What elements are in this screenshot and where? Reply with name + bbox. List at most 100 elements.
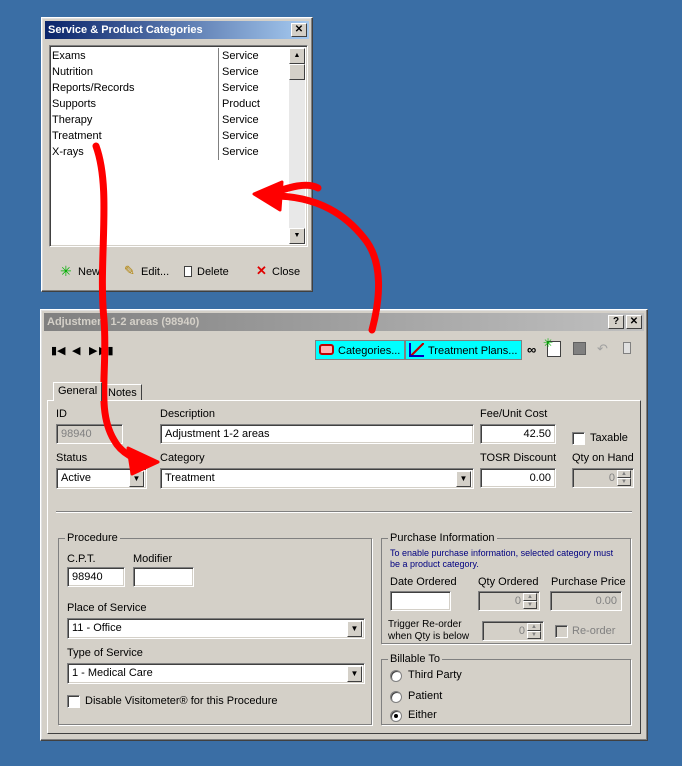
category-name: Exams xyxy=(52,50,86,62)
pencil-icon: ✎ xyxy=(124,263,135,278)
chevron-down-icon[interactable]: ▼ xyxy=(456,471,471,487)
last-record-button[interactable]: ▶▮ xyxy=(99,344,114,357)
binoculars-icon[interactable]: ∞ xyxy=(527,342,536,357)
list-item[interactable]: Treatment Service xyxy=(52,128,288,144)
cpt-label: C.P.T. xyxy=(67,553,96,565)
trigger-reorder-value: 0 xyxy=(518,625,525,637)
categories-toolbar-button[interactable]: Categories... xyxy=(315,340,406,360)
treatment-plans-toolbar-button[interactable]: Treatment Plans... xyxy=(405,340,523,360)
close-x-icon: ✕ xyxy=(256,263,267,278)
qty-ordered-field: 0 ▲ ▼ xyxy=(478,591,540,611)
undo-icon[interactable]: ↶ xyxy=(597,341,608,357)
modifier-label: Modifier xyxy=(133,553,173,565)
list-item[interactable]: Supports Product xyxy=(52,96,288,112)
type-of-service-value: 1 - Medical Care xyxy=(72,667,153,679)
list-item[interactable]: Exams Service xyxy=(52,48,288,64)
service-editor-title-bar[interactable]: Adjustment 1-2 areas (98940) ? ✕ xyxy=(44,313,644,331)
first-record-button[interactable]: ▮◀ xyxy=(51,344,66,357)
tosr-field[interactable]: 0.00 xyxy=(480,468,556,488)
general-tab-panel: ID 98940 Description Adjustment 1-2 area… xyxy=(47,400,641,734)
status-label: Status xyxy=(56,452,88,464)
category-dropdown[interactable]: Treatment ▼ xyxy=(160,468,474,489)
purchase-price-field: 0.00 xyxy=(550,591,622,611)
categories-icon xyxy=(319,344,334,355)
next-record-button[interactable]: ▶ xyxy=(89,344,97,357)
reorder-label: Re-order xyxy=(572,625,616,637)
list-scrollbar[interactable]: ▲ ▼ xyxy=(289,48,305,244)
tab-general-label: General xyxy=(58,385,98,397)
scroll-thumb[interactable] xyxy=(289,64,305,80)
trigger-reorder-field: 0 ▲ ▼ xyxy=(482,621,544,641)
chevron-down-icon[interactable]: ▼ xyxy=(129,471,144,487)
edit-button-label: Edit... xyxy=(141,266,170,278)
billable-to-group: Billable To Third Party Patient Either xyxy=(381,653,631,725)
new-button-label: New xyxy=(78,266,101,278)
save-icon[interactable] xyxy=(573,342,586,355)
cpt-field[interactable]: 98940 xyxy=(67,567,125,587)
description-value: Adjustment 1-2 areas xyxy=(165,428,270,440)
billable-group-title: Billable To xyxy=(388,653,442,665)
modifier-field[interactable] xyxy=(133,567,194,587)
category-value: Treatment xyxy=(165,472,215,484)
list-item[interactable]: Therapy Service xyxy=(52,112,288,128)
chevron-down-icon[interactable]: ▼ xyxy=(347,621,362,637)
id-value: 98940 xyxy=(61,428,92,440)
spin-up-icon: ▲ xyxy=(617,470,631,478)
place-of-service-dropdown[interactable]: 11 - Office ▼ xyxy=(67,618,365,639)
radio-patient[interactable] xyxy=(390,691,402,703)
fee-label: Fee/Unit Cost xyxy=(480,408,548,420)
taxable-checkbox[interactable] xyxy=(572,432,585,445)
trash-icon xyxy=(184,266,192,277)
cpt-value: 98940 xyxy=(72,571,103,583)
previous-record-button[interactable]: ◀ xyxy=(72,344,80,357)
type-of-service-dropdown[interactable]: 1 - Medical Care ▼ xyxy=(67,663,365,684)
close-button[interactable]: ✕ Close xyxy=(254,263,300,280)
third-party-label: Third Party xyxy=(408,669,462,681)
delete-record-icon[interactable] xyxy=(623,342,631,354)
purchase-price-value: 0.00 xyxy=(595,595,617,607)
list-item[interactable]: Reports/Records Service xyxy=(52,80,288,96)
service-editor-title: Adjustment 1-2 areas (98940) xyxy=(47,316,200,328)
spin-down-icon: ▼ xyxy=(617,478,631,486)
category-type: Product xyxy=(222,98,260,110)
delete-button[interactable]: Delete xyxy=(182,264,229,280)
chevron-down-icon[interactable]: ▼ xyxy=(347,666,362,682)
categories-window-title: Service & Product Categories xyxy=(48,24,203,36)
status-dropdown[interactable]: Active ▼ xyxy=(56,468,147,489)
help-button[interactable]: ? xyxy=(608,315,624,329)
categories-title-bar[interactable]: Service & Product Categories ✕ xyxy=(45,21,309,39)
patient-label: Patient xyxy=(408,690,443,702)
place-of-service-value: 11 - Office xyxy=(72,622,122,634)
trigger-reorder-label: Trigger Re-order xyxy=(388,619,462,630)
description-field[interactable]: Adjustment 1-2 areas xyxy=(160,424,474,444)
category-name: Nutrition xyxy=(52,66,93,78)
reorder-checkbox xyxy=(555,625,568,638)
tosr-value: 0.00 xyxy=(529,472,551,484)
list-item[interactable]: X-rays Service xyxy=(52,144,288,160)
tab-notes[interactable]: Notes xyxy=(103,384,142,400)
new-record-icon[interactable]: ✳ xyxy=(543,336,561,357)
fee-field[interactable]: 42.50 xyxy=(480,424,556,444)
scroll-down-button[interactable]: ▼ xyxy=(289,228,305,244)
new-button[interactable]: ✳ New xyxy=(58,263,101,280)
categories-close-button[interactable]: ✕ xyxy=(291,23,307,37)
spin-down-icon: ▼ xyxy=(523,601,537,609)
categories-list[interactable]: Exams Service Nutrition Service Reports/Reco… xyxy=(49,45,308,247)
status-value: Active xyxy=(61,472,91,484)
edit-button[interactable]: ✎ Edit... xyxy=(122,263,170,280)
description-label: Description xyxy=(160,408,216,420)
radio-either[interactable] xyxy=(390,710,402,722)
service-editor-close-button[interactable]: ✕ xyxy=(626,315,642,329)
qty-on-hand-field: 0 ▲ ▼ xyxy=(572,468,634,488)
category-type: Service xyxy=(222,146,259,158)
tab-general[interactable]: General xyxy=(53,382,103,401)
spin-down-icon: ▼ xyxy=(527,631,541,639)
scroll-up-button[interactable]: ▲ xyxy=(289,48,305,64)
disable-visitometer-checkbox[interactable] xyxy=(67,695,80,708)
procedure-group-title: Procedure xyxy=(65,532,120,544)
radio-third-party[interactable] xyxy=(390,670,402,682)
treatment-plans-toolbar-label: Treatment Plans... xyxy=(428,345,518,357)
category-type: Service xyxy=(222,114,259,126)
list-item[interactable]: Nutrition Service xyxy=(52,64,288,80)
place-of-service-label: Place of Service xyxy=(67,602,147,614)
